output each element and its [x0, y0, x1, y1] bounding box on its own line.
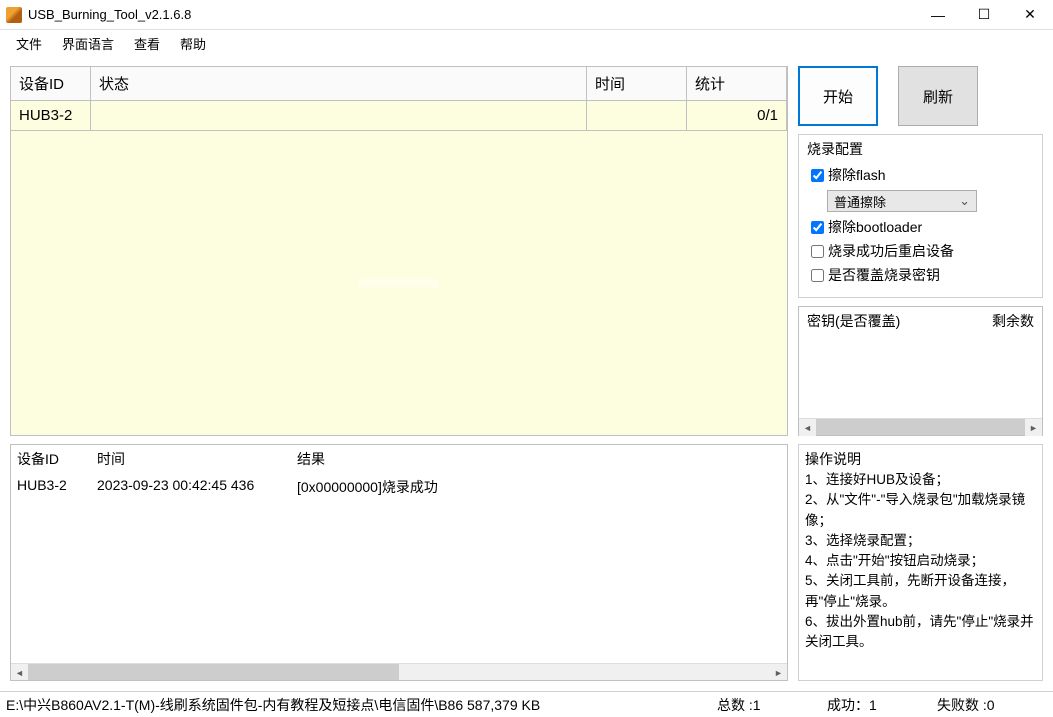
- reboot-after-checkbox[interactable]: [811, 245, 824, 258]
- instructions-box: 操作说明 1、连接好HUB及设备； 2、从"文件"-"导入烧录包"加载烧录镜像；…: [798, 444, 1043, 681]
- log-row[interactable]: HUB3-2 2023-09-23 00:42:45 436 [0x000000…: [11, 473, 787, 501]
- log-header-device: 设备ID: [11, 445, 91, 473]
- close-button[interactable]: ✕: [1007, 0, 1053, 30]
- left-column: 设备ID 状态 时间 统计 HUB3-2 0/1 设备ID 时间 结果: [10, 66, 788, 681]
- window-title: USB_Burning_Tool_v2.1.6.8: [28, 7, 915, 22]
- main-area: 设备ID 状态 时间 统计 HUB3-2 0/1 设备ID 时间 结果: [0, 56, 1053, 691]
- config-groupbox: 烧录配置 擦除flash 普通擦除 擦除bootloader 烧录成功后重启设备…: [798, 134, 1043, 298]
- header-status: 状态: [91, 67, 587, 101]
- refresh-button[interactable]: 刷新: [898, 66, 978, 126]
- scroll-right-icon[interactable]: ►: [770, 664, 787, 681]
- cell-device-id: HUB3-2: [11, 101, 91, 131]
- menu-help[interactable]: 帮助: [170, 31, 216, 56]
- menubar: 文件 界面语言 查看 帮助: [0, 30, 1053, 56]
- instruction-4: 4、点击"开始"按钮启动烧录；: [805, 551, 1036, 571]
- cell-stats: 0/1: [687, 101, 787, 131]
- keys-hscrollbar[interactable]: ◄ ►: [799, 418, 1042, 435]
- device-table-row[interactable]: HUB3-2 0/1: [11, 101, 787, 131]
- erase-bootloader-label: 擦除bootloader: [828, 217, 922, 237]
- scroll-left-icon[interactable]: ◄: [799, 419, 816, 436]
- status-success: 成功：1: [827, 695, 937, 715]
- keys-col1: 密钥(是否覆盖): [807, 311, 992, 331]
- cell-status: [91, 101, 587, 131]
- log-header: 设备ID 时间 结果: [11, 445, 787, 473]
- instruction-6: 6、拔出外置hub前，请先"停止"烧录并关闭工具。: [805, 612, 1036, 653]
- menu-language[interactable]: 界面语言: [52, 31, 124, 56]
- status-fail: 失败数 :0: [937, 695, 1047, 715]
- log-cell-device: HUB3-2: [11, 473, 91, 501]
- overwrite-key-label: 是否覆盖烧录密钥: [828, 265, 940, 285]
- device-table: 设备ID 状态 时间 统计 HUB3-2 0/1: [10, 66, 788, 436]
- watermark-text: [359, 279, 439, 287]
- cell-time: [587, 101, 687, 131]
- menu-file[interactable]: 文件: [6, 31, 52, 56]
- erase-flash-label: 擦除flash: [828, 165, 886, 185]
- overwrite-key-row[interactable]: 是否覆盖烧录密钥: [807, 263, 1034, 287]
- status-path: E:\中兴B860AV2.1-T(M)-线刷系统固件包-内有教程及短接点\电信固…: [6, 695, 717, 715]
- button-row: 开始 刷新: [798, 66, 1043, 126]
- statusbar: E:\中兴B860AV2.1-T(M)-线刷系统固件包-内有教程及短接点\电信固…: [0, 691, 1053, 717]
- erase-bootloader-checkbox[interactable]: [811, 221, 824, 234]
- titlebar: USB_Burning_Tool_v2.1.6.8 — ☐ ✕: [0, 0, 1053, 30]
- header-time: 时间: [587, 67, 687, 101]
- scroll-thumb[interactable]: [816, 419, 1025, 435]
- log-table: 设备ID 时间 结果 HUB3-2 2023-09-23 00:42:45 43…: [10, 444, 788, 681]
- header-device-id: 设备ID: [11, 67, 91, 101]
- log-cell-result: [0x00000000]烧录成功: [291, 473, 787, 501]
- menu-view[interactable]: 查看: [124, 31, 170, 56]
- status-total: 总数 :1: [717, 695, 827, 715]
- erase-flash-checkbox[interactable]: [811, 169, 824, 182]
- log-hscrollbar[interactable]: ◄ ►: [11, 663, 787, 680]
- log-cell-time: 2023-09-23 00:42:45 436: [91, 473, 291, 501]
- scroll-left-icon[interactable]: ◄: [11, 664, 28, 681]
- scroll-track[interactable]: [28, 664, 770, 680]
- keys-col2: 剩余数: [992, 311, 1034, 331]
- right-column: 开始 刷新 烧录配置 擦除flash 普通擦除 擦除bootloader 烧录成…: [798, 66, 1043, 681]
- device-table-empty: [11, 131, 787, 435]
- erase-flash-row[interactable]: 擦除flash: [807, 163, 1034, 187]
- window-controls: — ☐ ✕: [915, 0, 1053, 30]
- erase-mode-dropdown[interactable]: 普通擦除: [827, 190, 977, 212]
- scroll-track[interactable]: [816, 419, 1025, 435]
- reboot-after-row[interactable]: 烧录成功后重启设备: [807, 239, 1034, 263]
- header-stats: 统计: [687, 67, 787, 101]
- log-header-result: 结果: [291, 445, 787, 473]
- scroll-right-icon[interactable]: ►: [1025, 419, 1042, 436]
- instruction-3: 3、选择烧录配置；: [805, 531, 1036, 551]
- maximize-button[interactable]: ☐: [961, 0, 1007, 30]
- instruction-2: 2、从"文件"-"导入烧录包"加载烧录镜像；: [805, 490, 1036, 531]
- instructions-title: 操作说明: [805, 449, 1036, 470]
- instruction-1: 1、连接好HUB及设备；: [805, 470, 1036, 490]
- start-button[interactable]: 开始: [798, 66, 878, 126]
- erase-mode-value: 普通擦除: [834, 192, 886, 211]
- device-table-header: 设备ID 状态 时间 统计: [11, 67, 787, 101]
- overwrite-key-checkbox[interactable]: [811, 269, 824, 282]
- minimize-button[interactable]: —: [915, 0, 961, 30]
- keys-header: 密钥(是否覆盖) 剩余数: [799, 307, 1042, 335]
- log-header-time: 时间: [91, 445, 291, 473]
- app-icon: [6, 7, 22, 23]
- log-content: HUB3-2 2023-09-23 00:42:45 436 [0x000000…: [11, 473, 787, 663]
- config-title: 烧录配置: [807, 139, 1034, 159]
- keys-content: [799, 335, 1042, 418]
- erase-bootloader-row[interactable]: 擦除bootloader: [807, 215, 1034, 239]
- instruction-5: 5、关闭工具前，先断开设备连接，再"停止"烧录。: [805, 571, 1036, 612]
- reboot-after-label: 烧录成功后重启设备: [828, 241, 954, 261]
- scroll-thumb[interactable]: [28, 664, 399, 680]
- keys-box: 密钥(是否覆盖) 剩余数 ◄ ►: [798, 306, 1043, 436]
